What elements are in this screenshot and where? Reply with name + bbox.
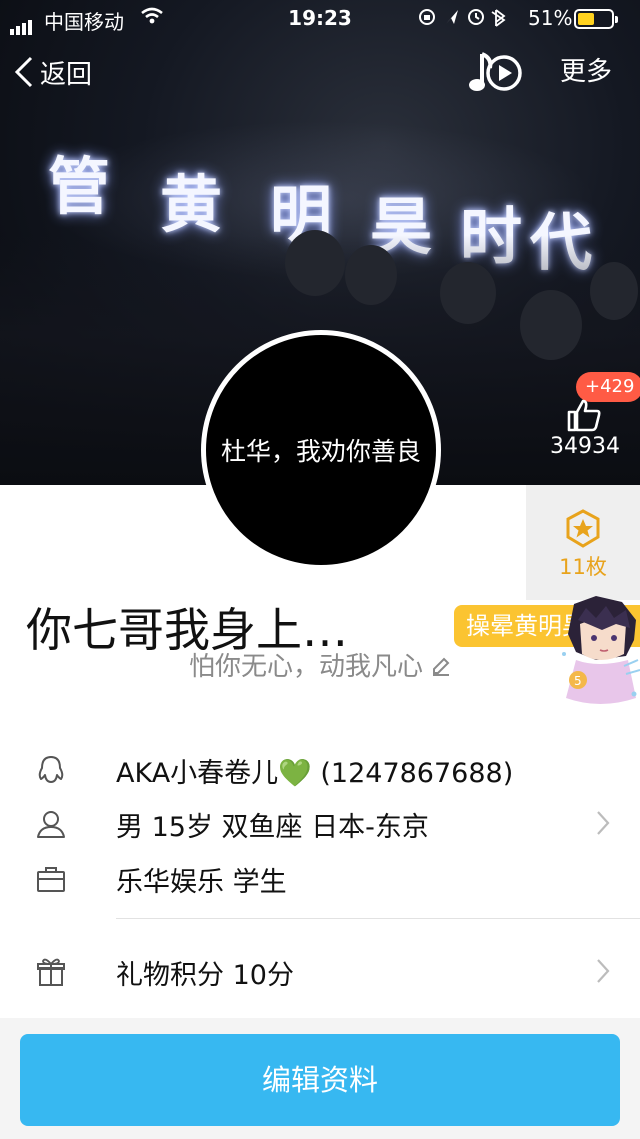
back-button[interactable]: 返回	[14, 52, 92, 92]
crowd-head	[440, 262, 496, 324]
status-icons	[418, 6, 510, 33]
gift-points-row[interactable]: 礼物积分 10分	[0, 944, 640, 1000]
penguin-icon	[38, 756, 64, 783]
battery-fill	[578, 13, 594, 25]
neon-char: 黄	[160, 168, 225, 241]
more-button[interactable]: 更多	[560, 52, 612, 92]
avatar-text: 杜华，我劝你善良	[220, 437, 421, 466]
crowd-head	[590, 262, 638, 320]
qq-info-row: AKA小春卷儿💚 (1247867688)	[0, 742, 640, 798]
music-note-icon	[469, 52, 522, 91]
back-label: 返回	[40, 59, 93, 90]
signature-text: 怕你无心，动我凡心	[188, 652, 423, 682]
basic-info-text: 男 15岁 双鱼座 日本-东京	[116, 812, 429, 843]
signature[interactable]: 怕你无心，动我凡心	[0, 646, 640, 683]
company-text: 乐华娱乐 学生	[116, 867, 287, 898]
crowd-head	[345, 245, 397, 305]
gift-icon	[37, 958, 65, 986]
medal-wall[interactable]: 11枚	[526, 485, 640, 600]
thumbs-up-icon[interactable]	[566, 398, 602, 432]
battery-percent: 51%	[528, 6, 573, 30]
person-icon	[37, 811, 65, 838]
gift-points-text: 礼物积分 10分	[116, 960, 294, 991]
edit-profile-button[interactable]: 编辑资料	[20, 1034, 620, 1126]
neon-char: 管	[48, 150, 113, 223]
battery-icon	[574, 9, 618, 29]
like-count: 34934	[550, 434, 620, 459]
medal-count: 11枚	[559, 555, 607, 579]
star-medal-icon	[566, 509, 600, 548]
basic-info-row[interactable]: 男 15岁 双鱼座 日本-东京	[0, 796, 640, 852]
qq-text: AKA小春卷儿💚 (1247867688)	[116, 758, 514, 789]
chevron-right-icon	[597, 959, 610, 983]
briefcase-icon	[37, 867, 65, 892]
divider	[116, 918, 640, 919]
crowd-head	[285, 230, 345, 296]
avatar[interactable]: 杜华，我劝你善良	[201, 330, 441, 570]
company-info-row: 乐华娱乐 学生	[0, 851, 640, 907]
chevron-left-icon	[14, 56, 33, 88]
crowd-head	[520, 290, 582, 360]
status-bar: 中国移动 19:23 51%	[0, 0, 640, 40]
music-play-button[interactable]	[466, 48, 524, 98]
pencil-icon[interactable]	[431, 653, 451, 683]
chevron-right-icon	[597, 811, 610, 835]
